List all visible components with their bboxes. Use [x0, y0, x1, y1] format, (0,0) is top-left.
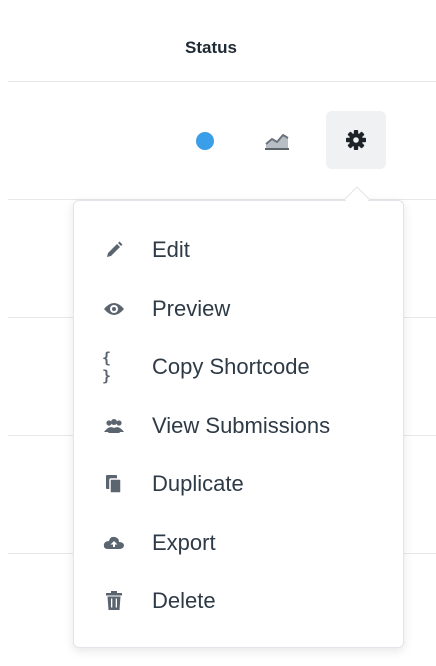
- menu-item-export[interactable]: Export: [74, 514, 403, 573]
- gear-icon: [346, 130, 366, 150]
- braces-icon: { }: [102, 349, 113, 386]
- actions-menu-list: Edit Preview { } Copy Shortcode View Sub…: [74, 221, 403, 631]
- menu-item-delete[interactable]: Delete: [74, 572, 403, 631]
- actions-dropdown: Edit Preview { } Copy Shortcode View Sub…: [73, 200, 404, 648]
- trash-icon: [102, 589, 126, 613]
- menu-item-label: View Submissions: [152, 412, 331, 438]
- menu-item-label: Edit: [152, 237, 190, 263]
- menu-item-label: Preview: [152, 295, 231, 321]
- menu-item-view-submissions[interactable]: View Submissions: [74, 397, 403, 456]
- menu-item-edit[interactable]: Edit: [74, 221, 403, 280]
- menu-item-duplicate[interactable]: Duplicate: [74, 455, 403, 514]
- eye-icon: [102, 297, 126, 321]
- forms-table: Status Edit Preview {} Copy Shortcode V…: [0, 0, 436, 666]
- menu-item-label: Duplicate: [152, 471, 244, 497]
- users-icon: [102, 414, 126, 438]
- divider: [8, 81, 436, 82]
- menu-item-copy-shortcode[interactable]: { } Copy Shortcode: [74, 338, 403, 397]
- cloud-upload-icon: [102, 531, 126, 555]
- menu-item-label: Export: [152, 529, 216, 555]
- status-dot[interactable]: [196, 132, 214, 150]
- pencil-icon: [102, 238, 126, 262]
- menu-item-preview[interactable]: Preview: [74, 280, 403, 339]
- copy-icon: [102, 472, 126, 496]
- menu-item-label: Copy Shortcode: [152, 354, 310, 380]
- table-header: Status: [0, 34, 436, 64]
- menu-item-label: Delete: [152, 588, 216, 614]
- status-column-header: Status: [185, 38, 237, 57]
- settings-button[interactable]: [326, 111, 386, 169]
- chart-icon[interactable]: [265, 129, 289, 151]
